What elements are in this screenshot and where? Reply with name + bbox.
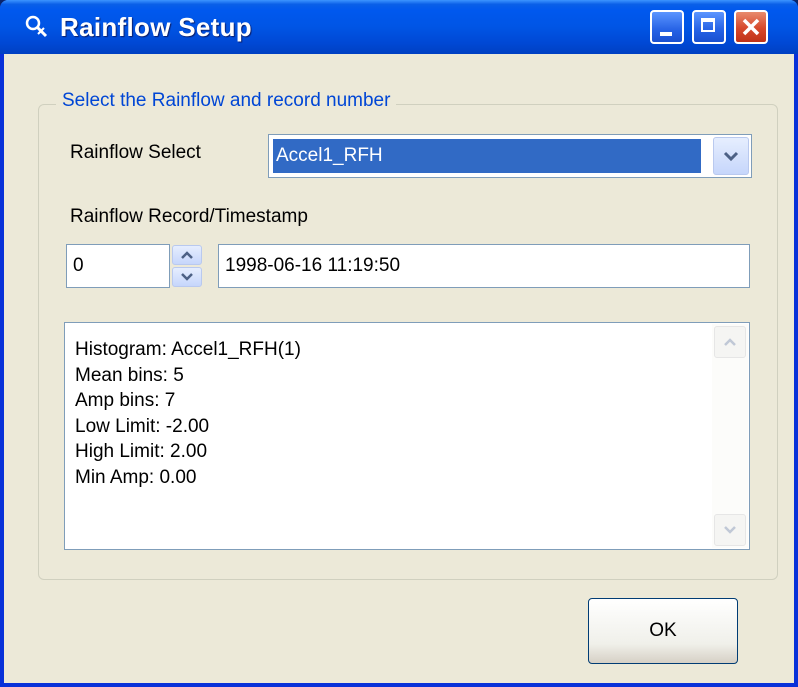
record-timestamp-label: Rainflow Record/Timestamp <box>70 206 308 227</box>
close-icon <box>742 18 760 36</box>
record-number-input[interactable]: 0 <box>66 244 170 288</box>
info-line: Amp bins: 7 <box>75 390 176 411</box>
ok-button[interactable]: OK <box>588 598 738 664</box>
spin-up-button[interactable] <box>172 245 202 265</box>
rainflow-app-icon <box>25 15 48 38</box>
scroll-up-icon <box>724 338 736 346</box>
minimize-icon <box>660 32 672 36</box>
window-title: Rainflow Setup <box>60 12 252 42</box>
info-line: Histogram: Accel1_RFH(1) <box>75 339 301 360</box>
info-line: Mean bins: 5 <box>75 364 184 386</box>
info-line: Min Amp: 0.00 <box>75 466 197 488</box>
histogram-info-text: Histogram: Accel1_RFH(1) Mean bins: 5 Am… <box>75 337 301 490</box>
title-bar[interactable]: Rainflow Setup <box>0 0 798 54</box>
scroll-down-icon <box>724 526 736 534</box>
minimize-button[interactable] <box>650 10 684 44</box>
chevron-down-icon <box>723 151 739 162</box>
timestamp-field[interactable]: 1998-06-16 11:19:50 <box>218 244 750 288</box>
record-spinner <box>170 244 204 288</box>
rainflow-setup-window: Rainflow Setup Select the Rainflow and r… <box>0 0 798 687</box>
scroll-up-button[interactable] <box>714 326 746 358</box>
spin-up-icon <box>181 251 193 259</box>
spin-down-icon <box>181 273 193 281</box>
vertical-scrollbar[interactable] <box>712 324 748 548</box>
rainflow-select-value: Accel1_RFH <box>273 139 701 173</box>
info-line: Low Limit: -2.00 <box>75 415 210 437</box>
groupbox-title: Select the Rainflow and record number <box>56 90 397 112</box>
scroll-down-button[interactable] <box>714 514 746 546</box>
histogram-info-box[interactable]: Histogram: Accel1_RFH(1) Mean bins: 5 Am… <box>64 322 750 550</box>
rainflow-select-label: Rainflow Select <box>70 142 201 163</box>
spin-down-button[interactable] <box>172 267 202 287</box>
dropdown-button[interactable] <box>713 137 749 175</box>
info-line: High Limit: 2.00 <box>75 441 208 462</box>
close-button[interactable] <box>734 10 768 44</box>
rainflow-select-dropdown[interactable]: Accel1_RFH <box>268 134 752 178</box>
maximize-button[interactable] <box>692 10 726 44</box>
maximize-icon <box>701 18 715 32</box>
